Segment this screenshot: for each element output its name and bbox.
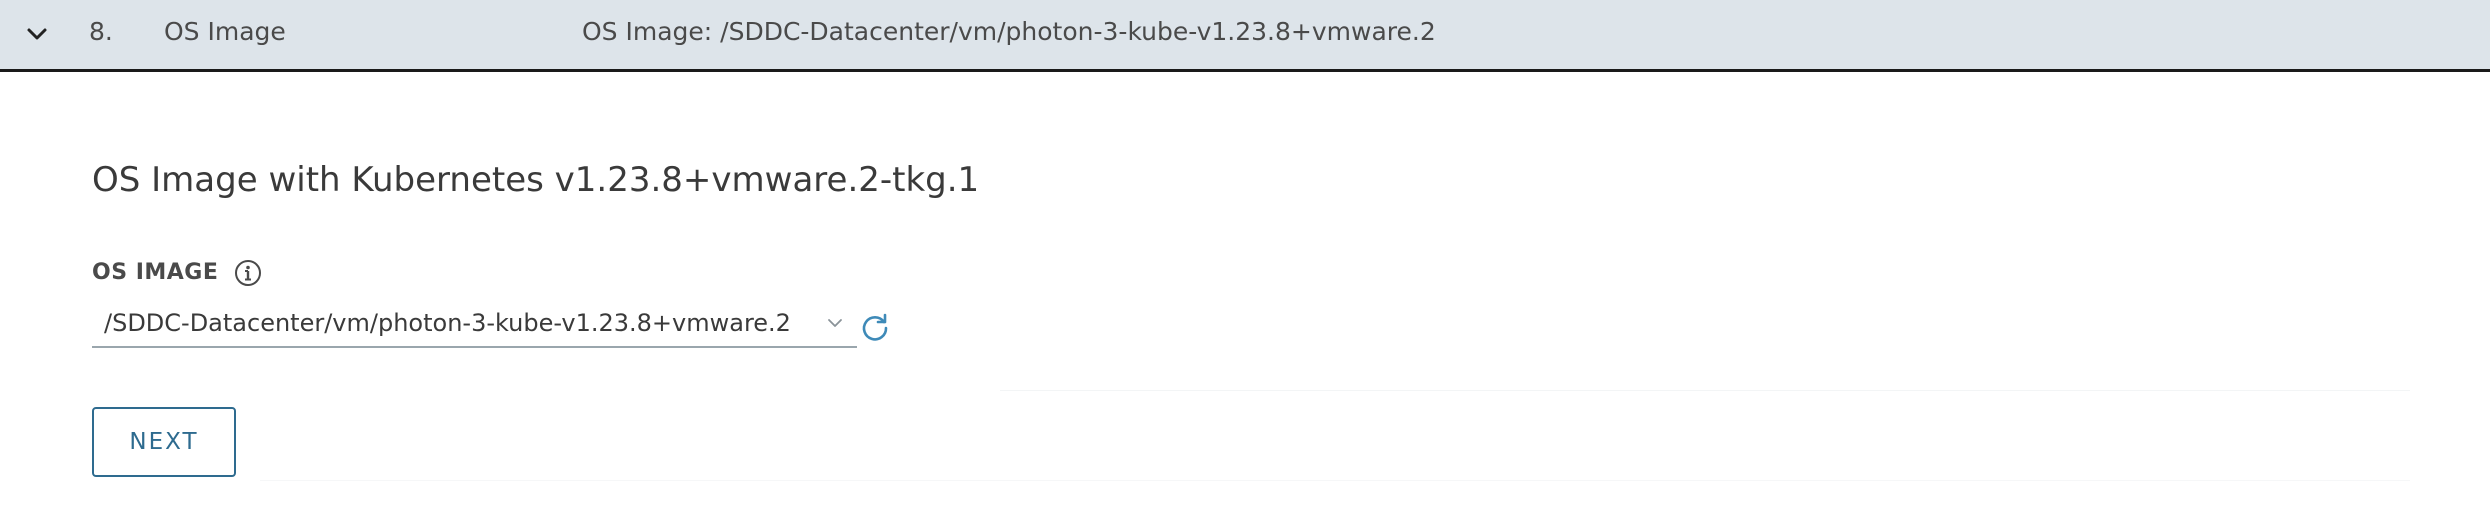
page-title: OS Image with Kubernetes v1.23.8+vmware.…	[92, 160, 980, 200]
step-title: OS Image	[164, 17, 286, 46]
step-summary: OS Image: /SDDC-Datacenter/vm/photon-3-k…	[582, 17, 1436, 46]
chevron-down-icon[interactable]	[26, 23, 48, 45]
chevron-down-icon	[828, 319, 842, 327]
os-image-label: OS IMAGE	[92, 260, 219, 285]
step-header[interactable]: 8. OS Image OS Image: /SDDC-Datacenter/v…	[0, 0, 2490, 72]
step-number: 8.	[89, 17, 113, 46]
refresh-icon[interactable]	[859, 311, 891, 343]
info-icon[interactable]	[233, 258, 263, 288]
os-image-select[interactable]: /SDDC-Datacenter/vm/photon-3-kube-v1.23.…	[92, 305, 857, 348]
divider	[1000, 390, 2410, 391]
next-button[interactable]: NEXT	[92, 407, 236, 477]
os-image-select-value: /SDDC-Datacenter/vm/photon-3-kube-v1.23.…	[104, 309, 791, 337]
divider	[260, 480, 2410, 481]
